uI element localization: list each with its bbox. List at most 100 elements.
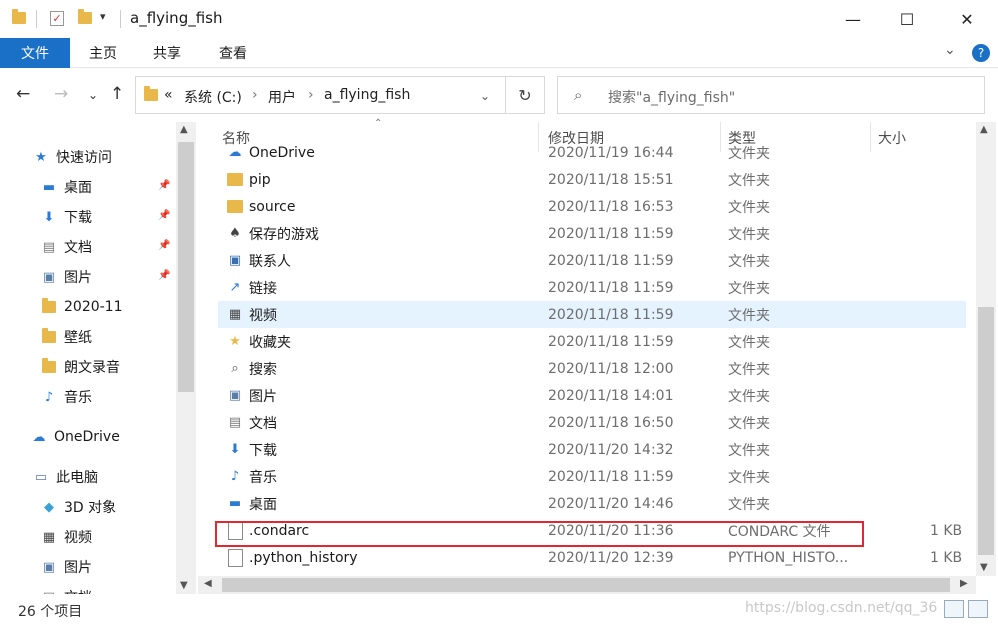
search-placeholder: 搜索"a_flying_fish": [608, 90, 736, 106]
sidebar-item[interactable]: ▤ 文档: [40, 232, 92, 262]
sidebar-item-label: 文档: [64, 240, 92, 256]
divider: [36, 10, 37, 28]
scroll-left-icon[interactable]: ◀: [204, 578, 212, 589]
file-date: 2020/11/19 16:44: [548, 144, 674, 161]
scroll-right-icon[interactable]: ▶: [960, 578, 968, 589]
sidebar-item[interactable]: ▤文档: [40, 582, 92, 595]
breadcrumb-users[interactable]: 用户: [268, 87, 296, 107]
address-bar[interactable]: « 系统 (C:) › 用户 › a_flying_fish ⌄: [135, 76, 545, 114]
sidebar-item[interactable]: ⬇ 下载: [40, 202, 92, 232]
file-date: 2020/11/18 11:59: [548, 225, 674, 242]
sidebar-item[interactable]: ☁ OneDrive: [30, 422, 120, 452]
maximize-button[interactable]: ☐: [884, 0, 930, 38]
minimize-button[interactable]: —: [830, 0, 876, 38]
new-folder-icon[interactable]: [78, 9, 94, 28]
sidebar-item[interactable]: ◆ 3D 对象: [40, 492, 116, 522]
scroll-up-icon[interactable]: ▲: [980, 124, 988, 135]
close-button[interactable]: ✕: [944, 0, 990, 38]
folder-icon: [144, 86, 158, 101]
file-date: 2020/11/18 15:51: [548, 171, 674, 188]
chevron-down-icon[interactable]: ⌄: [944, 42, 956, 58]
sidebar-item[interactable]: ♪ 音乐: [40, 382, 92, 412]
pin-icon[interactable]: 📌: [158, 240, 170, 251]
file-name: 链接: [249, 280, 277, 297]
file-row[interactable]: ▬ 桌面 2020/11/20 14:46 文件夹: [218, 490, 966, 517]
file-row[interactable]: ▤ 文档 2020/11/18 16:50 文件夹: [218, 409, 966, 436]
links-folder-icon: ↗: [229, 280, 241, 295]
sidebar-item[interactable]: ★ 快速访问: [32, 142, 112, 172]
sidebar-item-label: 壁纸: [64, 330, 92, 346]
sidebar-item[interactable]: 2020-11: [40, 292, 123, 322]
horizontal-scroll-thumb[interactable]: [222, 578, 950, 592]
cloud-icon: ☁: [228, 145, 242, 160]
scroll-down-icon[interactable]: ▼: [180, 580, 188, 591]
file-row[interactable]: ⬇ 下载 2020/11/20 14:32 文件夹: [218, 436, 966, 463]
file-size: 1 KB: [930, 522, 963, 539]
back-arrow-icon[interactable]: ←: [16, 84, 30, 104]
file-date: 2020/11/18 11:59: [548, 279, 674, 296]
document-icon: ▤: [42, 239, 56, 255]
forward-arrow-icon[interactable]: →: [54, 84, 68, 104]
tab-home[interactable]: 主页: [78, 38, 128, 68]
file-type: 文件夹: [728, 442, 770, 459]
tab-file[interactable]: 文件: [0, 38, 70, 68]
sidebar-item[interactable]: ▣ 图片: [40, 552, 92, 582]
file-row[interactable]: ★ 收藏夹 2020/11/18 11:59 文件夹: [218, 328, 966, 355]
sidebar-item[interactable]: ▦ 视频: [40, 522, 92, 552]
search-input[interactable]: ⌕ 搜索"a_flying_fish": [557, 76, 985, 114]
breadcrumb-current[interactable]: a_flying_fish: [324, 87, 410, 103]
file-name: 下载: [249, 442, 277, 459]
file-row[interactable]: ♪ 音乐 2020/11/18 11:59 文件夹: [218, 463, 966, 490]
file-date: 2020/11/18 11:59: [548, 333, 674, 350]
file-date: 2020/11/18 16:50: [548, 414, 674, 431]
sidebar-item[interactable]: ▬ 桌面: [40, 172, 92, 202]
file-row[interactable]: ☁ OneDrive 2020/11/19 16:44 文件夹: [218, 143, 966, 166]
file-row[interactable]: ▣ 图片 2020/11/18 14:01 文件夹: [218, 382, 966, 409]
nav-pane-scroll-thumb[interactable]: [178, 142, 194, 392]
file-row[interactable]: ▦ 视频 2020/11/18 11:59 文件夹: [218, 301, 966, 328]
details-view-icon[interactable]: [944, 600, 964, 618]
file-row[interactable]: pip 2020/11/18 15:51 文件夹: [218, 166, 966, 193]
scroll-down-icon[interactable]: ▼: [980, 562, 988, 573]
pin-icon[interactable]: 📌: [158, 270, 170, 281]
breadcrumb-system-c[interactable]: 系统 (C:): [184, 87, 242, 107]
sidebar-item-label: 桌面: [64, 180, 92, 196]
sidebar-item[interactable]: 壁纸: [40, 322, 92, 352]
pin-icon[interactable]: 📌: [158, 180, 170, 191]
scroll-up-icon[interactable]: ▲: [180, 124, 188, 135]
file-row[interactable]: ↗ 链接 2020/11/18 11:59 文件夹: [218, 274, 966, 301]
properties-icon[interactable]: ✓: [50, 11, 64, 26]
search-icon: ⌕: [574, 86, 583, 104]
file-row[interactable]: ♠ 保存的游戏 2020/11/18 11:59 文件夹: [218, 220, 966, 247]
file-name: 图片: [249, 388, 277, 405]
search-folder-icon: ⌕: [231, 361, 239, 376]
customize-toolbar-icon[interactable]: ▾: [100, 10, 106, 23]
address-dropdown-icon[interactable]: ⌄: [480, 89, 490, 103]
file-type: 文件夹: [728, 253, 770, 270]
breadcrumb-overflow[interactable]: «: [164, 87, 173, 103]
file-list-scroll-thumb[interactable]: [978, 307, 994, 555]
tab-view[interactable]: 查看: [208, 38, 258, 68]
sidebar-item[interactable]: 朗文录音: [40, 352, 120, 382]
tab-share[interactable]: 共享: [142, 38, 192, 68]
file-name: 音乐: [249, 469, 277, 486]
up-arrow-icon[interactable]: ↑: [110, 84, 124, 104]
video-icon: ▦: [42, 529, 56, 545]
refresh-button[interactable]: ↻: [505, 76, 545, 114]
pin-icon[interactable]: 📌: [158, 210, 170, 221]
help-icon[interactable]: ?: [972, 44, 990, 62]
ribbon-tabs: 文件 主页 共享 查看 ⌄ ?: [0, 38, 998, 68]
recent-locations-icon[interactable]: ⌄: [88, 88, 98, 102]
sidebar-item[interactable]: ▣ 图片: [40, 262, 92, 292]
large-icons-view-icon[interactable]: [968, 600, 988, 618]
file-row[interactable]: ⌕ 搜索 2020/11/18 12:00 文件夹: [218, 355, 966, 382]
file-row[interactable]: ▣ 联系人 2020/11/18 11:59 文件夹: [218, 247, 966, 274]
sidebar-item[interactable]: ▭ 此电脑: [32, 462, 98, 492]
file-row[interactable]: .python_history 2020/11/20 12:39 PYTHON_HI…: [218, 544, 966, 571]
file-date: 2020/11/18 11:59: [548, 252, 674, 269]
folder-icon: [226, 198, 244, 215]
file-row[interactable]: source 2020/11/18 16:53 文件夹: [218, 193, 966, 220]
desktop-icon: ▬: [228, 496, 242, 511]
sidebar-item-label: 3D 对象: [64, 500, 117, 516]
file-type: 文件夹: [728, 469, 770, 486]
